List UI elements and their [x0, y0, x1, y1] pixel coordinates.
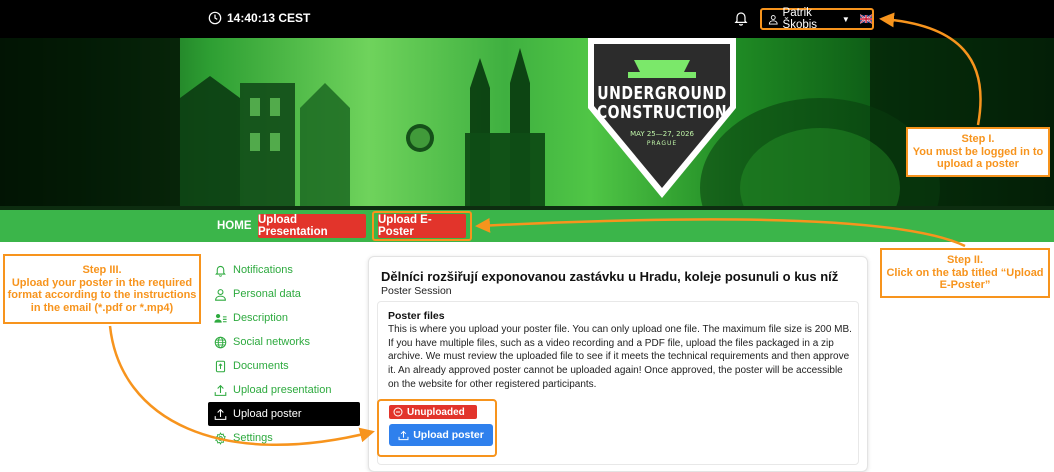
uk-flag-icon[interactable]: [859, 14, 872, 24]
clock-time: 14:40:13 CEST: [227, 11, 311, 25]
prague-skyline-image: [0, 38, 1054, 206]
conference-banner: UNDERGROUND CONSTRUCTION MAY 25—27, 2026…: [0, 38, 1054, 206]
event-logo-text: UNDERGROUND CONSTRUCTION MAY 25—27, 2026…: [588, 84, 736, 147]
callout-text: You must be logged in to upload a poster: [912, 145, 1044, 171]
sidebar-item-description[interactable]: Description: [208, 306, 360, 330]
user-icon: [768, 14, 778, 25]
user-icon: [215, 288, 226, 301]
callout-step-3: Step III. Upload your poster in the requ…: [3, 254, 201, 324]
gear-icon: [215, 431, 226, 445]
top-bar: 14:40:13 CEST Patrik Škobis ▼: [0, 0, 1054, 38]
sidebar-item-upload-poster[interactable]: Upload poster: [208, 402, 360, 426]
chevron-down-icon: ▼: [841, 14, 850, 24]
highlight-ring-upload: [377, 399, 497, 457]
callout-title: Step III.: [82, 264, 122, 276]
clock-icon: [208, 11, 222, 25]
sidebar-item-label: Social networks: [233, 336, 311, 348]
section-title: Poster files: [388, 310, 445, 322]
upload-icon: [214, 408, 227, 420]
bell-icon: [215, 265, 226, 277]
tab-upload-presentation[interactable]: Upload Presentation: [258, 214, 366, 238]
user-list-icon: [214, 313, 227, 323]
section-description: This is where you upload your poster fil…: [388, 324, 852, 390]
page-title: Dělníci rozšiřují exponovanou zastávku u…: [381, 269, 839, 284]
sidebar-item-settings[interactable]: Settings: [208, 426, 360, 450]
sidebar: Notifications Personal data Description …: [208, 258, 360, 450]
page-root: 14:40:13 CEST Patrik Škobis ▼ UNDERGROUN…: [0, 0, 1054, 472]
bell-icon[interactable]: [733, 10, 749, 26]
nav-home[interactable]: HOME: [217, 220, 252, 232]
session-name: Poster Session: [381, 285, 452, 297]
document-icon: [215, 360, 226, 372]
sidebar-item-upload-presentation[interactable]: Upload presentation: [208, 378, 360, 402]
sidebar-item-notifications[interactable]: Notifications: [208, 258, 360, 282]
sidebar-item-label: Personal data: [233, 288, 301, 300]
sidebar-item-personal-data[interactable]: Personal data: [208, 282, 360, 306]
globe-icon: [214, 336, 227, 348]
sidebar-item-label: Settings: [233, 432, 273, 444]
sidebar-item-label: Upload poster: [233, 408, 302, 420]
sidebar-item-label: Notifications: [233, 264, 293, 276]
callout-step-1: Step I. You must be logged in to upload …: [906, 127, 1050, 177]
sidebar-item-documents[interactable]: Documents: [208, 354, 360, 378]
callout-title: Step I.: [961, 133, 995, 146]
clock: 14:40:13 CEST: [208, 11, 310, 25]
logo-city: PRAGUE: [646, 140, 678, 147]
sidebar-item-social-networks[interactable]: Social networks: [208, 330, 360, 354]
user-menu[interactable]: Patrik Škobis ▼: [760, 7, 874, 31]
callout-title: Step II.: [946, 254, 984, 267]
sidebar-item-label: Upload presentation: [233, 384, 332, 396]
sidebar-item-label: Description: [233, 312, 289, 324]
upload-icon: [214, 384, 227, 396]
tab-upload-eposter[interactable]: Upload E-Poster: [378, 214, 466, 238]
logo-line-2: CONSTRUCTION: [596, 102, 728, 123]
sidebar-item-label: Documents: [233, 360, 289, 372]
logo-dates: MAY 25—27, 2026: [630, 130, 694, 138]
main-nav: HOME Upload Presentation Upload E-Poster: [0, 210, 1054, 242]
callout-step-2: Step II. Click on the tab titled “Upload…: [880, 248, 1050, 298]
user-name: Patrik Škobis: [782, 7, 818, 31]
callout-text: Click on the tab titled “Upload E-Poster…: [886, 266, 1044, 292]
callout-text: Upload your poster in the required forma…: [7, 276, 197, 314]
